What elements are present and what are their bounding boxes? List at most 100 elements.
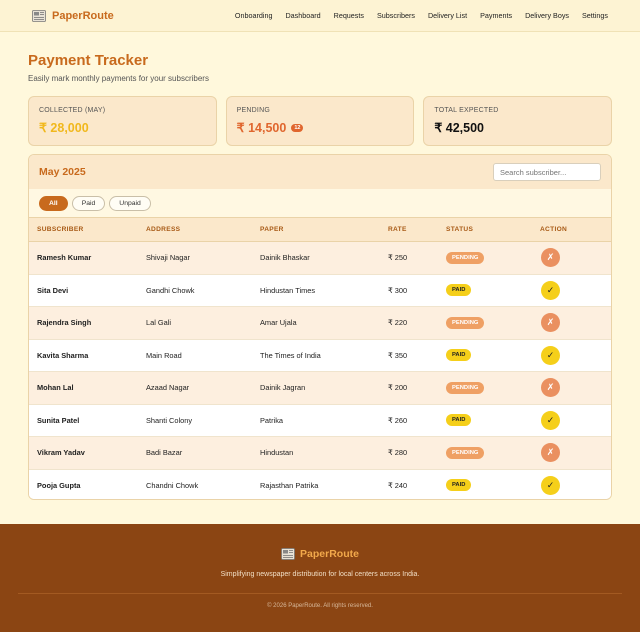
subscriber-name: Mohan Lal bbox=[37, 383, 74, 393]
month-title: May 2025 bbox=[39, 166, 86, 178]
status-badge: PAID bbox=[446, 284, 472, 297]
subscriber-rate: ₹ 200 bbox=[388, 383, 408, 393]
subscriber-paper: Hindustan bbox=[260, 448, 294, 458]
col-address: ADDRESS bbox=[146, 226, 181, 233]
newspaper-icon bbox=[281, 548, 295, 560]
status-badge: PENDING bbox=[446, 381, 485, 394]
mark-paid-x-icon[interactable]: ✗ bbox=[541, 443, 560, 463]
paid-check-icon[interactable]: ✓ bbox=[541, 280, 560, 300]
subscriber-paper: Dainik Jagran bbox=[260, 383, 306, 393]
total-expected-card: TOTAL EXPECTED ₹ 42,500 bbox=[423, 96, 613, 146]
subscriber-name: Sita Devi bbox=[37, 285, 69, 295]
pending-card: PENDING ₹ 14,500 12 bbox=[225, 96, 415, 146]
status-badge: PAID bbox=[446, 479, 472, 492]
total-expected-value: ₹ 42,500 bbox=[434, 121, 485, 135]
subscriber-rate: ₹ 350 bbox=[388, 350, 408, 360]
table-header-row: SUBSCRIBER ADDRESS PAPER RATE STATUS ACT… bbox=[29, 217, 611, 242]
pending-label: PENDING bbox=[236, 107, 270, 114]
subscriber-paper: Amar Ujala bbox=[260, 318, 297, 328]
status-badge: PAID bbox=[446, 414, 472, 427]
collected-card: COLLECTED (MAY) ₹ 28,000 bbox=[28, 96, 217, 146]
total-expected-label: TOTAL EXPECTED bbox=[434, 107, 499, 114]
nav-requests[interactable]: Requests bbox=[334, 11, 364, 20]
subscriber-rate: ₹ 250 bbox=[388, 253, 408, 263]
subscriber-paper: Hindustan Times bbox=[260, 285, 316, 295]
main-nav: Onboarding Dashboard Requests Subscriber… bbox=[235, 11, 608, 20]
page-title: Payment Tracker bbox=[28, 52, 149, 69]
paid-check-icon[interactable]: ✓ bbox=[541, 475, 560, 495]
subscriber-name: Sunita Patel bbox=[37, 415, 80, 425]
filter-unpaid-button[interactable]: Unpaid bbox=[109, 195, 151, 211]
nav-settings[interactable]: Settings bbox=[582, 11, 608, 20]
subscriber-address: Lal Gali bbox=[146, 318, 172, 328]
subscriber-address: Azaad Nagar bbox=[146, 383, 190, 393]
footer-tagline: Simplifying newspaper distribution for l… bbox=[220, 571, 420, 578]
subscriber-rate: ₹ 280 bbox=[388, 448, 408, 458]
nav-payments[interactable]: Payments bbox=[480, 11, 512, 20]
footer-copyright: © 2026 PaperRoute. All rights reserved. bbox=[267, 603, 373, 609]
subscriber-address: Chandni Chowk bbox=[146, 480, 199, 490]
search-input[interactable] bbox=[493, 163, 601, 181]
filter-all-button[interactable]: All bbox=[39, 195, 68, 211]
mark-paid-x-icon[interactable]: ✗ bbox=[541, 313, 560, 333]
table-row: Vikram Yadav Badi Bazar Hindustan ₹ 280 … bbox=[29, 436, 611, 469]
paid-check-icon[interactable]: ✓ bbox=[541, 410, 560, 430]
mark-paid-x-icon[interactable]: ✗ bbox=[541, 378, 560, 398]
status-badge: PAID bbox=[446, 349, 472, 362]
table-row: Sunita Patel Shanti Colony Patrika ₹ 260… bbox=[29, 404, 611, 437]
table-row: Kavita Sharma Main Road The Times of Ind… bbox=[29, 339, 611, 372]
site-footer: PaperRoute Simplifying newspaper distrib… bbox=[0, 524, 640, 632]
subscriber-address: Shivaji Nagar bbox=[146, 253, 190, 263]
filter-bar: All Paid Unpaid bbox=[29, 189, 611, 217]
filter-paid-button[interactable]: Paid bbox=[71, 195, 106, 211]
payments-panel: May 2025 All Paid Unpaid SUBSCRIBER ADDR… bbox=[28, 154, 612, 500]
col-subscriber: SUBSCRIBER bbox=[37, 226, 84, 233]
nav-subscribers[interactable]: Subscribers bbox=[377, 11, 415, 20]
footer-brand-name: PaperRoute bbox=[300, 548, 359, 560]
subscriber-address: Shanti Colony bbox=[146, 415, 193, 425]
table-row: Sita Devi Gandhi Chowk Hindustan Times ₹… bbox=[29, 274, 611, 307]
footer-brand: PaperRoute bbox=[0, 548, 640, 560]
paid-check-icon[interactable]: ✓ bbox=[541, 345, 560, 365]
page-header: Payment Tracker Easily mark monthly paym… bbox=[28, 52, 209, 83]
subscriber-name: Ramesh Kumar bbox=[37, 253, 92, 263]
subscriber-paper: Rajasthan Patrika bbox=[260, 480, 319, 490]
pending-count-badge: 12 bbox=[291, 123, 304, 132]
status-badge: PENDING bbox=[446, 316, 485, 329]
nav-dashboard[interactable]: Dashboard bbox=[285, 11, 320, 20]
subscriber-name: Kavita Sharma bbox=[37, 350, 89, 360]
col-paper: PAPER bbox=[260, 226, 284, 233]
subscriber-address: Main Road bbox=[146, 350, 182, 360]
page-subtitle: Easily mark monthly payments for your su… bbox=[28, 74, 209, 83]
nav-delivery-boys[interactable]: Delivery Boys bbox=[525, 11, 569, 20]
subscriber-paper: Patrika bbox=[260, 415, 284, 425]
brand-logo[interactable]: PaperRoute bbox=[32, 10, 114, 22]
subscriber-paper: The Times of India bbox=[260, 350, 321, 360]
subscriber-paper: Dainik Bhaskar bbox=[260, 253, 310, 263]
payments-table: SUBSCRIBER ADDRESS PAPER RATE STATUS ACT… bbox=[29, 217, 611, 499]
panel-header: May 2025 bbox=[29, 155, 611, 189]
collected-value: ₹ 28,000 bbox=[39, 121, 89, 135]
col-status: STATUS bbox=[446, 226, 474, 233]
top-navbar: PaperRoute Onboarding Dashboard Requests… bbox=[0, 0, 640, 32]
col-action: ACTION bbox=[540, 226, 568, 233]
subscriber-rate: ₹ 300 bbox=[388, 285, 408, 295]
table-row: Ramesh Kumar Shivaji Nagar Dainik Bhaska… bbox=[29, 241, 611, 274]
brand-name: PaperRoute bbox=[52, 9, 114, 22]
mark-paid-x-icon[interactable]: ✗ bbox=[541, 248, 560, 268]
subscriber-rate: ₹ 220 bbox=[388, 318, 408, 328]
status-badge: PENDING bbox=[446, 251, 485, 264]
pending-value: ₹ 14,500 bbox=[236, 121, 287, 135]
subscriber-name: Pooja Gupta bbox=[37, 480, 81, 490]
nav-onboarding[interactable]: Onboarding bbox=[235, 11, 273, 20]
newspaper-icon bbox=[32, 9, 46, 22]
subscriber-name: Rajendra Singh bbox=[37, 318, 92, 328]
collected-label: COLLECTED (MAY) bbox=[39, 107, 106, 114]
col-rate: RATE bbox=[388, 226, 407, 233]
table-row: Rajendra Singh Lal Gali Amar Ujala ₹ 220… bbox=[29, 306, 611, 339]
summary-cards: COLLECTED (MAY) ₹ 28,000 PENDING ₹ 14,50… bbox=[28, 96, 613, 146]
subscriber-address: Gandhi Chowk bbox=[146, 285, 195, 295]
footer-divider bbox=[18, 593, 622, 594]
nav-delivery-list[interactable]: Delivery List bbox=[428, 11, 467, 20]
subscriber-name: Vikram Yadav bbox=[37, 448, 85, 458]
